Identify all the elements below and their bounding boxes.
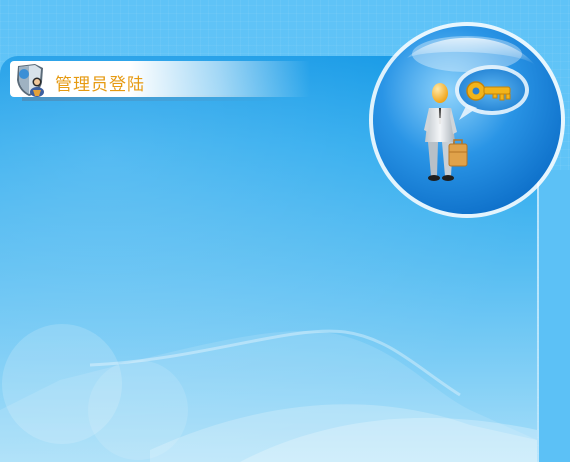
login-orb-illustration (369, 22, 565, 218)
login-page: 管理员登陆 (0, 0, 570, 462)
page-title: 管理员登陆 (55, 75, 145, 95)
background-waves-decoration (0, 324, 537, 462)
admin-shield-icon (17, 64, 44, 97)
